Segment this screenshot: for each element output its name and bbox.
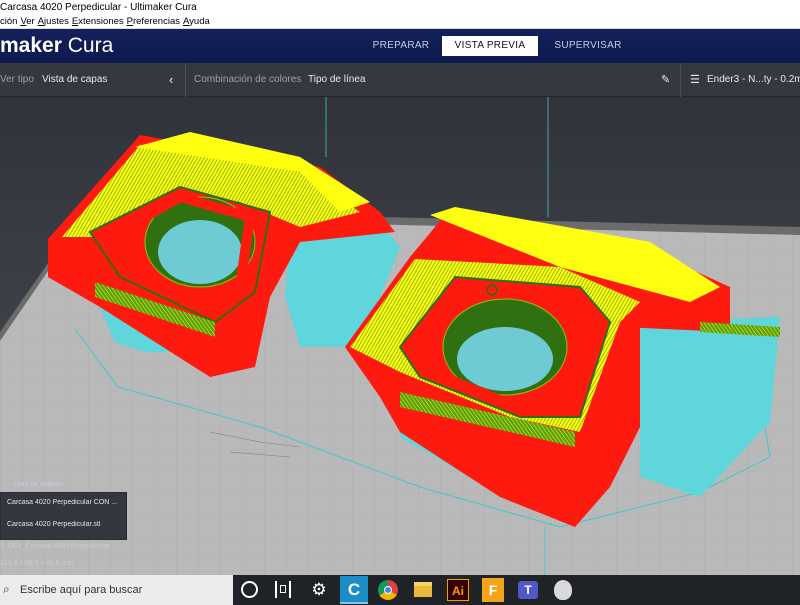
illustrator-icon[interactable]: Ai [447, 579, 469, 601]
collapse-chevron-icon[interactable]: ‹ [169, 63, 173, 97]
search-placeholder: Escribe aquí para buscar [20, 584, 143, 596]
fan-hole-inner [158, 220, 242, 284]
chrome-icon[interactable] [378, 580, 398, 600]
printer-profile-button[interactable]: Ender3 - N...ty - 0.2m [707, 63, 800, 97]
object-list-title[interactable]: ⌄ Lista de objetos [6, 480, 63, 488]
view-type-label: Ver tipo [0, 74, 34, 85]
view-settings-bar: Ver tipo Vista de capas ‹ Combinación de… [0, 63, 800, 97]
tab-vista-previa[interactable]: VISTA PREVIA [442, 36, 538, 56]
menu-item[interactable]: Extensiones [72, 16, 124, 27]
menu-item[interactable]: ción [0, 16, 17, 27]
menu-bar: ción Ver Ajustes Extensiones Preferencias Ayu… [0, 15, 800, 29]
menu-item[interactable]: Ajustes [38, 16, 69, 27]
fan-hole-inner [457, 327, 553, 391]
print-settings-icon: ☰ [690, 74, 700, 86]
object-list-box: Carcasa 4020 Perpedicular CON ... Carcas… [0, 492, 127, 540]
divider [680, 63, 681, 97]
teams-icon[interactable]: T [518, 581, 538, 599]
window-title-bar: Carcasa 4020 Perpedicular - Ultimaker Cu… [0, 0, 800, 15]
taskbar-search-box[interactable]: ⌕ Escribe aquí para buscar [0, 575, 233, 605]
menu-item[interactable]: Preferencias [127, 16, 180, 27]
view-type-dropdown[interactable]: Vista de capas [42, 63, 107, 97]
brand-product: Cura [61, 34, 114, 57]
tab-supervisar[interactable]: SUPERVISAR [538, 36, 638, 56]
search-icon: ⌕ [3, 582, 10, 596]
object-list-item[interactable]: Carcasa 4020 Perpedicular.stl [7, 521, 125, 528]
object-list-panel: ⌄ Lista de objetos Carcasa 4020 Perpedic… [0, 478, 130, 542]
menu-item[interactable]: Ver [20, 16, 34, 27]
fusion-icon[interactable]: F [482, 578, 504, 602]
edit-pencil-icon[interactable]: ✎ [661, 63, 670, 97]
app-header: maker Cura PREPARAR VISTA PREVIA SUPERVI… [0, 29, 800, 63]
selected-object-name: ✎ CE3_Carcasa 4020 Perpedicular [0, 543, 111, 550]
color-scheme-dropdown[interactable]: Tipo de línea [308, 63, 365, 97]
pencil-icon[interactable]: ✎ [0, 543, 6, 550]
color-scheme-label: Combinación de colores [194, 74, 302, 85]
settings-icon[interactable]: ⚙ [309, 580, 329, 600]
brand-name: maker [0, 34, 62, 57]
screw-hole [486, 284, 498, 296]
file-explorer-icon[interactable] [414, 582, 432, 597]
window-title: Carcasa 4020 Perpedicular - Ultimaker Cu… [0, 2, 197, 13]
object-list-item[interactable]: Carcasa 4020 Perpedicular CON ... [7, 499, 125, 506]
tab-preparar[interactable]: PREPARAR [360, 36, 442, 56]
stage-tabs: PREPARAR VISTA PREVIA SUPERVISAR [360, 36, 638, 56]
menu-item[interactable]: Ayuda [183, 16, 210, 27]
task-view-icon[interactable] [275, 581, 291, 598]
cortana-icon[interactable] [241, 581, 258, 598]
object-dimensions: 214.6 x 68.9 x 48.6 mm [0, 560, 74, 567]
divider [185, 63, 186, 97]
app-icon[interactable] [554, 580, 572, 600]
windows-taskbar: ⌕ Escribe aquí para buscar ⚙ C Ai F T [0, 575, 800, 605]
cura-icon[interactable]: C [340, 576, 368, 604]
app-logo: maker Cura [0, 32, 113, 60]
